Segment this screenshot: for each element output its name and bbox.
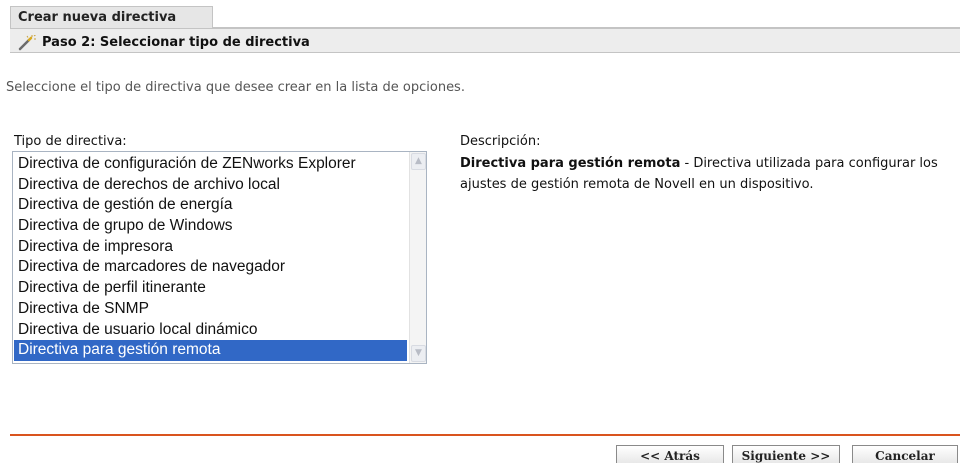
policy-type-listbox[interactable]: Directiva de configuración de ZENworks E… bbox=[12, 151, 427, 364]
list-item[interactable]: Directiva de derechos de archivo local bbox=[14, 175, 407, 196]
list-item[interactable]: Directiva de perfil itinerante bbox=[14, 278, 407, 299]
scroll-up-icon[interactable]: ▲ bbox=[411, 153, 426, 170]
wand-icon bbox=[18, 34, 36, 51]
list-item[interactable]: Directiva de usuario local dinámico bbox=[14, 320, 407, 341]
list-item[interactable]: Directiva de gestión de energía bbox=[14, 195, 407, 216]
list-item[interactable]: Directiva de impresora bbox=[14, 237, 407, 258]
description-label: Descripción: bbox=[460, 134, 541, 149]
next-button[interactable]: Siguiente >> bbox=[732, 445, 840, 463]
description-text: Directiva para gestión remota - Directiv… bbox=[460, 153, 940, 195]
scroll-down-icon[interactable]: ▼ bbox=[411, 345, 426, 362]
listbox-scrollbar[interactable]: ▲ ▼ bbox=[409, 152, 426, 363]
footer-divider bbox=[10, 434, 960, 436]
back-button[interactable]: << Atrás bbox=[616, 445, 724, 463]
policy-type-options: Directiva de configuración de ZENworks E… bbox=[14, 154, 407, 361]
step-title: Paso 2: Seleccionar tipo de directiva bbox=[42, 35, 310, 50]
list-item[interactable]: Directiva de SNMP bbox=[14, 299, 407, 320]
step-header: Paso 2: Seleccionar tipo de directiva bbox=[10, 28, 960, 53]
list-item[interactable]: Directiva de configuración de ZENworks E… bbox=[14, 154, 407, 175]
cancel-button[interactable]: Cancelar bbox=[852, 445, 958, 463]
policy-type-label: Tipo de directiva: bbox=[14, 134, 127, 149]
list-item-selected[interactable]: Directiva para gestión remota bbox=[14, 340, 407, 361]
list-item[interactable]: Directiva de grupo de Windows bbox=[14, 216, 407, 237]
page-title: Crear nueva directiva bbox=[10, 6, 213, 28]
list-item[interactable]: Directiva de marcadores de navegador bbox=[14, 257, 407, 278]
intro-text: Seleccione el tipo de directiva que dese… bbox=[6, 80, 465, 95]
description-title: Directiva para gestión remota bbox=[460, 156, 681, 171]
title-strip bbox=[213, 6, 960, 28]
